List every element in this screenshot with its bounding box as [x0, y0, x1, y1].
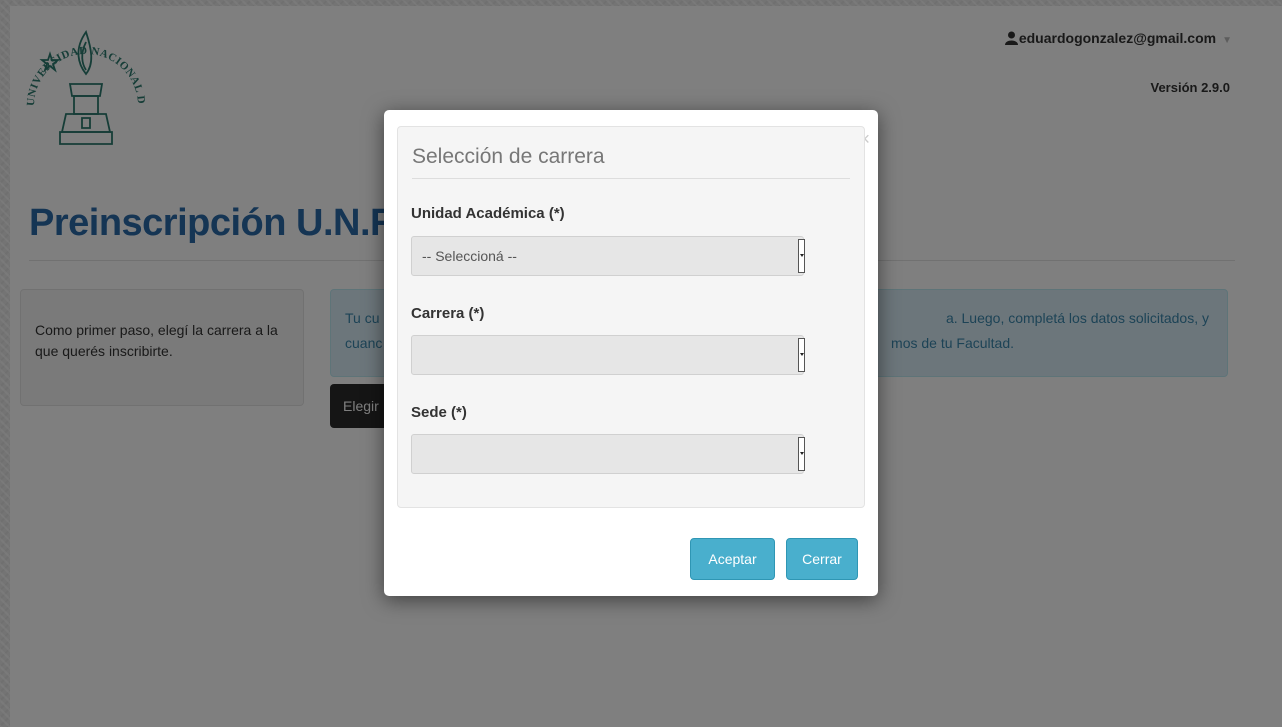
unidad-academica-label: Unidad Académica (*) [411, 205, 565, 222]
dropdown-arrow-icon [798, 239, 805, 273]
carrera-label: Carrera (*) [411, 305, 485, 322]
modal-title: Selección de carrera [412, 145, 850, 179]
unidad-academica-select[interactable]: -- Seleccioná -- [411, 236, 805, 276]
modal-form: Selección de carrera Unidad Académica (*… [397, 126, 865, 508]
dropdown-arrow-icon [798, 437, 805, 471]
close-button[interactable]: Cerrar [786, 538, 858, 580]
unidad-academica-value: -- Seleccioná -- [422, 248, 517, 264]
accept-button[interactable]: Aceptar [690, 538, 775, 580]
career-selection-modal: × Selección de carrera Unidad Académica … [384, 110, 878, 596]
dropdown-arrow-icon [798, 338, 805, 372]
sede-label: Sede (*) [411, 404, 467, 421]
sede-select[interactable] [411, 434, 805, 474]
carrera-select[interactable] [411, 335, 805, 375]
